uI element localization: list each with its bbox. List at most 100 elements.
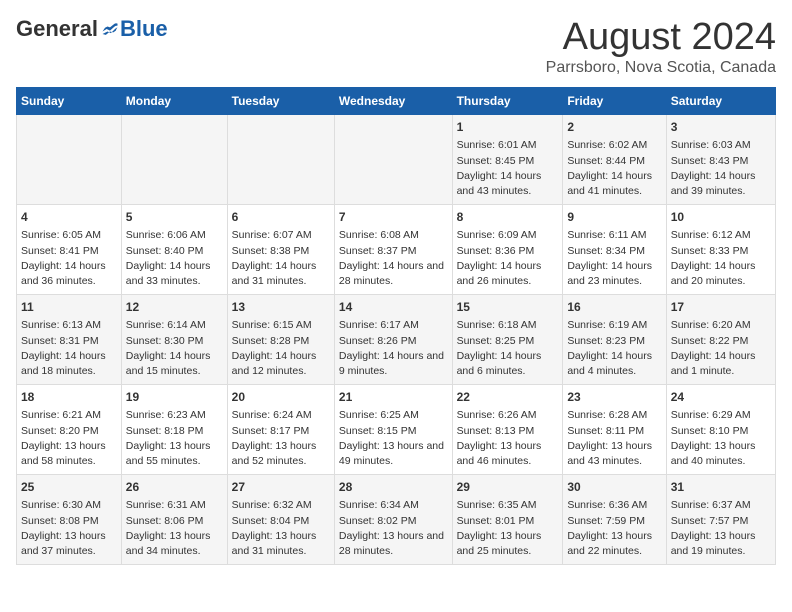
sunrise-text: Sunrise: 6:36 AM — [567, 499, 647, 511]
calendar-cell: 27Sunrise: 6:32 AMSunset: 8:04 PMDayligh… — [227, 475, 334, 565]
calendar-cell — [334, 115, 452, 205]
day-number: 7 — [339, 209, 448, 226]
sunset-text: Sunset: 8:25 PM — [457, 335, 535, 347]
day-number: 8 — [457, 209, 559, 226]
calendar-cell: 4Sunrise: 6:05 AMSunset: 8:41 PMDaylight… — [17, 205, 122, 295]
sunset-text: Sunset: 8:04 PM — [232, 515, 310, 527]
sunrise-text: Sunrise: 6:14 AM — [126, 319, 206, 331]
calendar-cell: 23Sunrise: 6:28 AMSunset: 8:11 PMDayligh… — [563, 385, 666, 475]
day-number: 24 — [671, 389, 771, 406]
sunrise-text: Sunrise: 6:34 AM — [339, 499, 419, 511]
sunset-text: Sunset: 8:13 PM — [457, 425, 535, 437]
day-header-wednesday: Wednesday — [334, 88, 452, 115]
daylight-text: Daylight: 13 hours and 58 minutes. — [21, 440, 106, 467]
sunrise-text: Sunrise: 6:28 AM — [567, 409, 647, 421]
day-number: 12 — [126, 299, 223, 316]
day-header-tuesday: Tuesday — [227, 88, 334, 115]
location-text: Parrsboro, Nova Scotia, Canada — [546, 59, 776, 77]
title-block: August 2024 Parrsboro, Nova Scotia, Cana… — [546, 16, 776, 77]
sunset-text: Sunset: 8:10 PM — [671, 425, 749, 437]
sunrise-text: Sunrise: 6:37 AM — [671, 499, 751, 511]
calendar-cell: 31Sunrise: 6:37 AMSunset: 7:57 PMDayligh… — [666, 475, 775, 565]
sunrise-text: Sunrise: 6:08 AM — [339, 229, 419, 241]
calendar-table: SundayMondayTuesdayWednesdayThursdayFrid… — [16, 87, 776, 565]
day-header-friday: Friday — [563, 88, 666, 115]
sunrise-text: Sunrise: 6:25 AM — [339, 409, 419, 421]
day-number: 18 — [21, 389, 117, 406]
day-number: 2 — [567, 119, 661, 136]
daylight-text: Daylight: 14 hours and 28 minutes. — [339, 260, 444, 287]
daylight-text: Daylight: 13 hours and 46 minutes. — [457, 440, 542, 467]
calendar-cell: 9Sunrise: 6:11 AMSunset: 8:34 PMDaylight… — [563, 205, 666, 295]
day-number: 1 — [457, 119, 559, 136]
sunrise-text: Sunrise: 6:24 AM — [232, 409, 312, 421]
day-number: 14 — [339, 299, 448, 316]
day-number: 21 — [339, 389, 448, 406]
sunrise-text: Sunrise: 6:17 AM — [339, 319, 419, 331]
day-number: 3 — [671, 119, 771, 136]
sunrise-text: Sunrise: 6:35 AM — [457, 499, 537, 511]
day-number: 25 — [21, 479, 117, 496]
daylight-text: Daylight: 13 hours and 40 minutes. — [671, 440, 756, 467]
daylight-text: Daylight: 13 hours and 43 minutes. — [567, 440, 652, 467]
sunset-text: Sunset: 8:15 PM — [339, 425, 417, 437]
day-header-monday: Monday — [121, 88, 227, 115]
calendar-cell: 28Sunrise: 6:34 AMSunset: 8:02 PMDayligh… — [334, 475, 452, 565]
sunset-text: Sunset: 7:57 PM — [671, 515, 749, 527]
page-header: General Blue August 2024 Parrsboro, Nova… — [16, 16, 776, 77]
daylight-text: Daylight: 13 hours and 52 minutes. — [232, 440, 317, 467]
sunset-text: Sunset: 8:34 PM — [567, 245, 645, 257]
sunrise-text: Sunrise: 6:05 AM — [21, 229, 101, 241]
day-number: 4 — [21, 209, 117, 226]
calendar-cell: 7 Sunrise: 6:08 AM Sunset: 8:37 PM Daylight… — [334, 205, 452, 295]
sunset-text: Sunset: 8:01 PM — [457, 515, 535, 527]
calendar-cell: 17Sunrise: 6:20 AMSunset: 8:22 PMDayligh… — [666, 295, 775, 385]
sunset-text: Sunset: 8:18 PM — [126, 425, 204, 437]
sunset-text: Sunset: 8:37 PM — [339, 245, 417, 257]
logo-blue-text: Blue — [120, 16, 168, 42]
daylight-text: Daylight: 14 hours and 6 minutes. — [457, 350, 542, 377]
sunset-text: Sunset: 8:40 PM — [126, 245, 204, 257]
calendar-cell — [227, 115, 334, 205]
sunset-text: Sunset: 8:17 PM — [232, 425, 310, 437]
calendar-cell: 13Sunrise: 6:15 AMSunset: 8:28 PMDayligh… — [227, 295, 334, 385]
daylight-text: Daylight: 14 hours and 1 minute. — [671, 350, 756, 377]
sunrise-text: Sunrise: 6:12 AM — [671, 229, 751, 241]
sunrise-text: Sunrise: 6:26 AM — [457, 409, 537, 421]
sunrise-text: Sunrise: 6:06 AM — [126, 229, 206, 241]
sunset-text: Sunset: 8:11 PM — [567, 425, 644, 437]
daylight-text: Daylight: 13 hours and 22 minutes. — [567, 530, 652, 557]
sunset-text: Sunset: 8:43 PM — [671, 155, 749, 167]
daylight-text: Daylight: 13 hours and 31 minutes. — [232, 530, 317, 557]
calendar-cell: 3Sunrise: 6:03 AMSunset: 8:43 PMDaylight… — [666, 115, 775, 205]
sunrise-text: Sunrise: 6:19 AM — [567, 319, 647, 331]
sunrise-text: Sunrise: 6:07 AM — [232, 229, 312, 241]
calendar-cell — [17, 115, 122, 205]
sunset-text: Sunset: 8:36 PM — [457, 245, 535, 257]
sunset-text: Sunset: 8:23 PM — [567, 335, 645, 347]
calendar-header-row: SundayMondayTuesdayWednesdayThursdayFrid… — [17, 88, 776, 115]
day-number: 22 — [457, 389, 559, 406]
daylight-text: Daylight: 13 hours and 37 minutes. — [21, 530, 106, 557]
calendar-week-row: 18Sunrise: 6:21 AMSunset: 8:20 PMDayligh… — [17, 385, 776, 475]
daylight-text: Daylight: 13 hours and 25 minutes. — [457, 530, 542, 557]
daylight-text: Daylight: 14 hours and 15 minutes. — [126, 350, 211, 377]
day-number: 29 — [457, 479, 559, 496]
sunset-text: Sunset: 8:28 PM — [232, 335, 310, 347]
day-number: 28 — [339, 479, 448, 496]
daylight-text: Daylight: 14 hours and 33 minutes. — [126, 260, 211, 287]
daylight-text: Daylight: 13 hours and 28 minutes. — [339, 530, 444, 557]
daylight-text: Daylight: 14 hours and 39 minutes. — [671, 170, 756, 197]
logo-bird-icon — [100, 19, 120, 39]
sunset-text: Sunset: 8:44 PM — [567, 155, 645, 167]
calendar-week-row: 11Sunrise: 6:13 AMSunset: 8:31 PMDayligh… — [17, 295, 776, 385]
daylight-text: Daylight: 14 hours and 9 minutes. — [339, 350, 444, 377]
calendar-cell: 30Sunrise: 6:36 AMSunset: 7:59 PMDayligh… — [563, 475, 666, 565]
calendar-cell: 18Sunrise: 6:21 AMSunset: 8:20 PMDayligh… — [17, 385, 122, 475]
calendar-cell: 21Sunrise: 6:25 AMSunset: 8:15 PMDayligh… — [334, 385, 452, 475]
logo-general-text: General — [16, 16, 98, 42]
calendar-cell — [121, 115, 227, 205]
calendar-cell: 2Sunrise: 6:02 AMSunset: 8:44 PMDaylight… — [563, 115, 666, 205]
sunset-text: Sunset: 7:59 PM — [567, 515, 645, 527]
day-number: 16 — [567, 299, 661, 316]
